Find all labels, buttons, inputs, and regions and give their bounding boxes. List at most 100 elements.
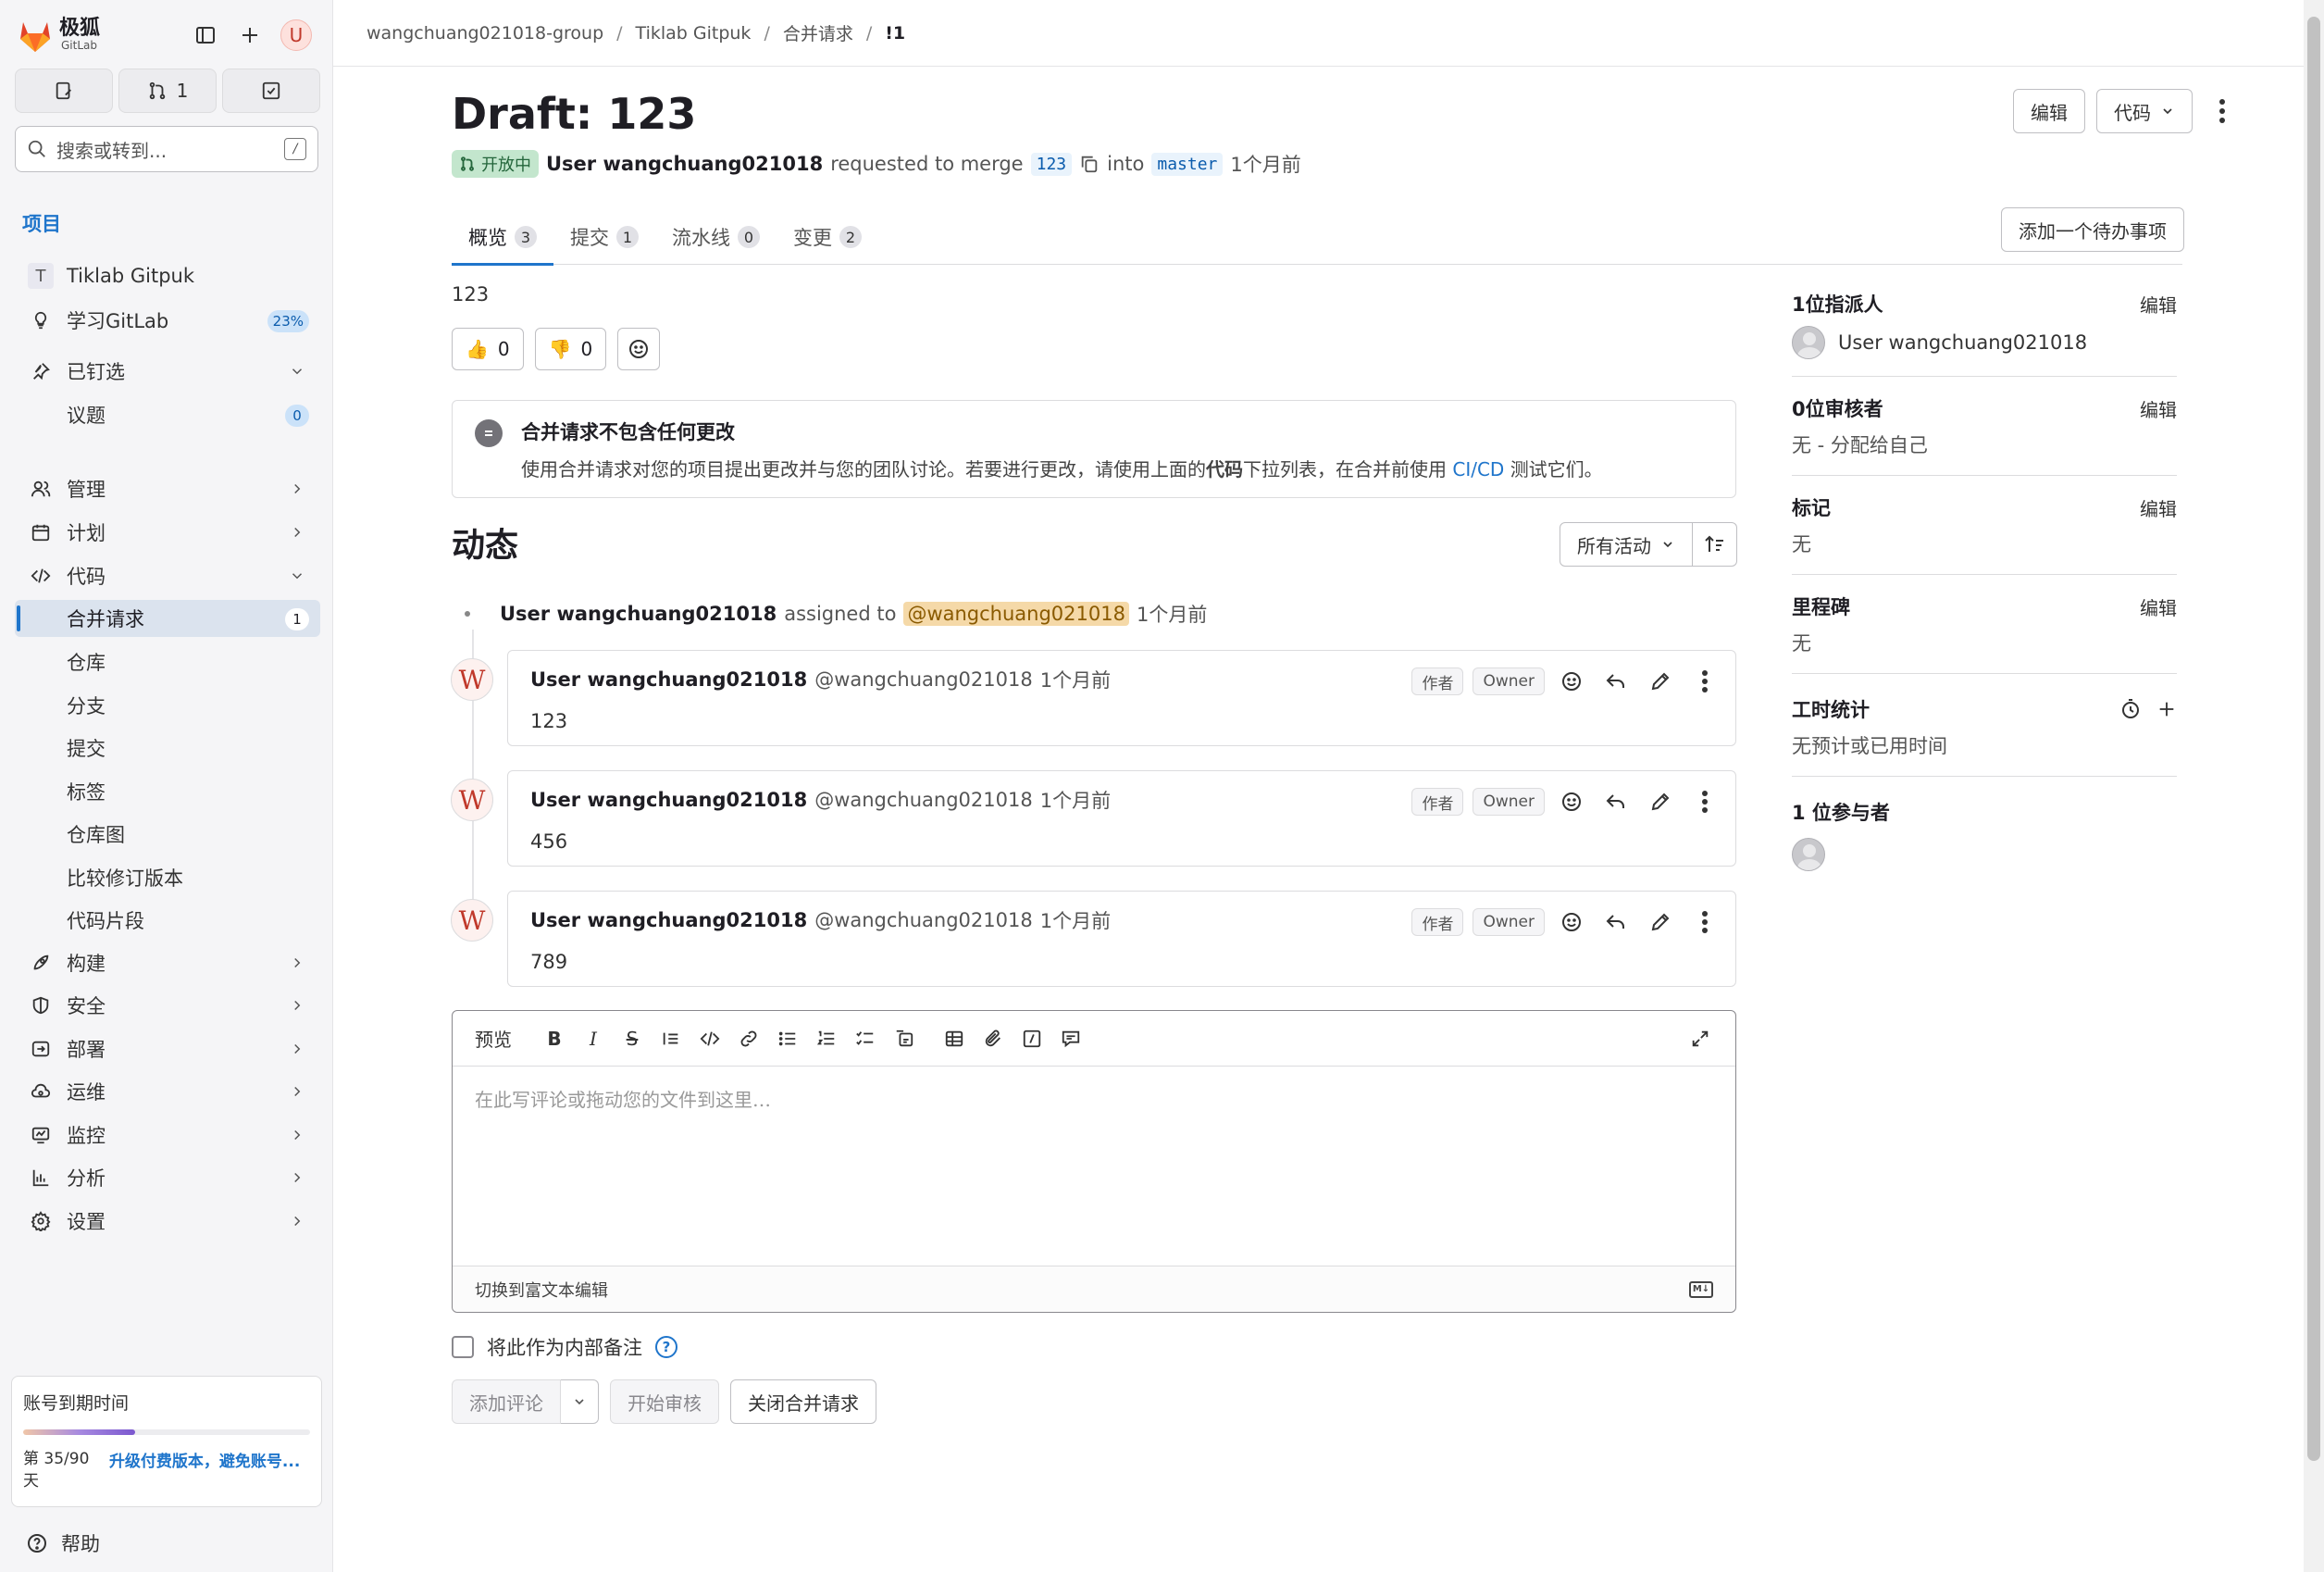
avatar[interactable]: W <box>451 779 493 821</box>
mr-author-link[interactable]: User wangchuang021018 <box>546 153 823 175</box>
code-dropdown-button[interactable]: 代码 <box>2096 89 2193 133</box>
user-avatar-button[interactable]: U <box>280 19 313 52</box>
edit-comment-button[interactable] <box>1643 664 1678 699</box>
note-username[interactable]: @wangchuang021018 <box>814 909 1033 931</box>
sidebar-item-analyze[interactable]: 分析 <box>15 1159 320 1196</box>
switch-rich-text-button[interactable]: 切换到富文本编辑 <box>475 1278 608 1302</box>
copy-branch-icon[interactable] <box>1079 154 1100 174</box>
sidebar-item-pinned[interactable]: 已钉选 <box>15 353 320 390</box>
thumbs-up-button[interactable]: 👍 0 <box>452 328 524 370</box>
assignee-name[interactable]: User wangchuang021018 <box>1838 331 2087 354</box>
sidebar-item-secure[interactable]: 安全 <box>15 987 320 1024</box>
close-mr-button[interactable]: 关闭合并请求 <box>730 1379 876 1424</box>
add-todo-button[interactable]: 添加一个待办事项 <box>2001 207 2184 252</box>
target-branch-link[interactable]: master <box>1151 152 1224 176</box>
more-actions-button[interactable] <box>1687 784 1722 819</box>
reply-button[interactable] <box>1598 905 1634 940</box>
system-note-user[interactable]: User wangchuang021018 <box>500 603 777 625</box>
sidebar-item-monitor[interactable]: 监控 <box>15 1117 320 1154</box>
sidebar-item-plan[interactable]: 计划 <box>15 514 320 551</box>
add-reaction-button[interactable] <box>1554 664 1589 699</box>
more-actions-button[interactable] <box>2204 89 2241 133</box>
sort-direction-button[interactable] <box>1693 522 1737 567</box>
edit-button[interactable]: 编辑 <box>2013 89 2085 133</box>
avatar[interactable]: W <box>451 899 493 942</box>
source-branch-link[interactable]: 123 <box>1030 152 1073 176</box>
table-icon[interactable] <box>941 1026 967 1052</box>
task-list-icon[interactable] <box>852 1026 878 1052</box>
plus-icon[interactable] <box>2156 699 2177 719</box>
sidebar-item-compare[interactable]: 比较修订版本 <box>15 859 320 896</box>
add-reaction-button[interactable] <box>1554 784 1589 819</box>
search-input[interactable]: 搜索或转到... / <box>15 126 318 172</box>
sidebar-item-issues[interactable]: 议题 0 <box>15 396 320 433</box>
toggle-sidebar-icon[interactable] <box>189 19 222 52</box>
upgrade-link[interactable]: 升级付费版本，避免账号... <box>109 1448 310 1492</box>
todos-counter-button[interactable] <box>222 69 320 113</box>
tab-overview[interactable]: 概览 3 <box>452 209 553 266</box>
note-author[interactable]: User wangchuang021018 <box>530 789 807 811</box>
collapsible-section-icon[interactable] <box>891 1026 917 1052</box>
link-icon[interactable] <box>736 1026 762 1052</box>
sidebar-item-graph[interactable]: 仓库图 <box>15 816 320 853</box>
sidebar-item-learn-gitlab[interactable]: 学习GitLab 23% <box>15 302 320 339</box>
scrollbar-thumb[interactable] <box>2307 17 2320 1461</box>
more-actions-button[interactable] <box>1687 664 1722 699</box>
edit-comment-button[interactable] <box>1643 905 1678 940</box>
tab-commits[interactable]: 提交 1 <box>553 209 655 265</box>
avatar[interactable] <box>1792 326 1825 359</box>
issues-counter-button[interactable] <box>15 69 113 113</box>
more-actions-button[interactable] <box>1687 905 1722 940</box>
tab-pipelines[interactable]: 流水线 0 <box>655 209 777 265</box>
comment-textarea[interactable]: 在此写评论或拖动您的文件到这里… <box>453 1067 1735 1266</box>
reply-button[interactable] <box>1598 784 1634 819</box>
markdown-icon[interactable]: M↓ <box>1689 1280 1713 1298</box>
add-reaction-button[interactable] <box>617 328 661 370</box>
note-username[interactable]: @wangchuang021018 <box>814 789 1033 811</box>
note-username[interactable]: @wangchuang021018 <box>814 668 1033 691</box>
code-icon[interactable] <box>697 1026 723 1052</box>
sidebar-item-operate[interactable]: 运维 <box>15 1073 320 1110</box>
cicd-link[interactable]: CI/CD <box>1452 458 1504 480</box>
breadcrumb-current[interactable]: !1 <box>885 23 905 44</box>
trial-status-widget[interactable]: 账号到期时间 第 35/90 天 升级付费版本，避免账号... <box>11 1376 322 1507</box>
slash-command-icon[interactable] <box>1019 1026 1045 1052</box>
attach-file-icon[interactable] <box>980 1026 1006 1052</box>
note-author[interactable]: User wangchuang021018 <box>530 909 807 931</box>
start-review-button[interactable]: 开始审核 <box>610 1379 719 1424</box>
reviewers-value[interactable]: 无 - 分配给自己 <box>1792 430 1928 458</box>
preview-tab[interactable]: 预览 <box>475 1025 512 1052</box>
sidebar-item-commits[interactable]: 提交 <box>15 730 320 767</box>
italic-icon[interactable]: I <box>580 1026 606 1052</box>
avatar[interactable]: W <box>451 658 493 701</box>
create-new-icon[interactable] <box>233 19 267 52</box>
help-button[interactable]: 帮助 <box>26 1529 100 1557</box>
sidebar-item-code[interactable]: 代码 <box>15 557 320 594</box>
sidebar-item-repository[interactable]: 仓库 <box>15 643 320 680</box>
sidebar-item-manage[interactable]: 管理 <box>15 470 320 507</box>
sidebar-item-tags[interactable]: 标签 <box>15 773 320 810</box>
edit-milestone-button[interactable]: 编辑 <box>2140 593 2177 620</box>
tab-changes[interactable]: 变更 2 <box>777 209 878 265</box>
edit-comment-button[interactable] <box>1643 784 1678 819</box>
add-reaction-button[interactable] <box>1554 905 1589 940</box>
sidebar-item-build[interactable]: 构建 <box>15 944 320 981</box>
sidebar-item-merge-requests[interactable]: 合并请求 1 <box>15 600 320 637</box>
sidebar-item-deploy[interactable]: 部署 <box>15 1030 320 1067</box>
breadcrumb-project-link[interactable]: Tiklab Gitpuk <box>636 23 752 44</box>
edit-labels-button[interactable]: 编辑 <box>2140 494 2177 521</box>
sidebar-item-settings[interactable]: 设置 <box>15 1203 320 1240</box>
gitlab-logo-icon[interactable] <box>15 15 56 56</box>
internal-note-checkbox[interactable] <box>452 1336 474 1358</box>
comment-template-icon[interactable] <box>1058 1026 1084 1052</box>
numbered-list-icon[interactable] <box>814 1026 839 1052</box>
activity-filter-dropdown[interactable]: 所有活动 <box>1560 522 1693 567</box>
question-icon[interactable]: ? <box>655 1336 677 1358</box>
edit-reviewers-button[interactable]: 编辑 <box>2140 395 2177 422</box>
bold-icon[interactable]: B <box>541 1026 567 1052</box>
avatar[interactable] <box>1792 838 1825 871</box>
sidebar-item-branches[interactable]: 分支 <box>15 687 320 724</box>
quote-icon[interactable] <box>658 1026 684 1052</box>
merge-requests-counter-button[interactable]: 1 <box>118 69 217 113</box>
sidebar-item-snippets[interactable]: 代码片段 <box>15 902 320 939</box>
